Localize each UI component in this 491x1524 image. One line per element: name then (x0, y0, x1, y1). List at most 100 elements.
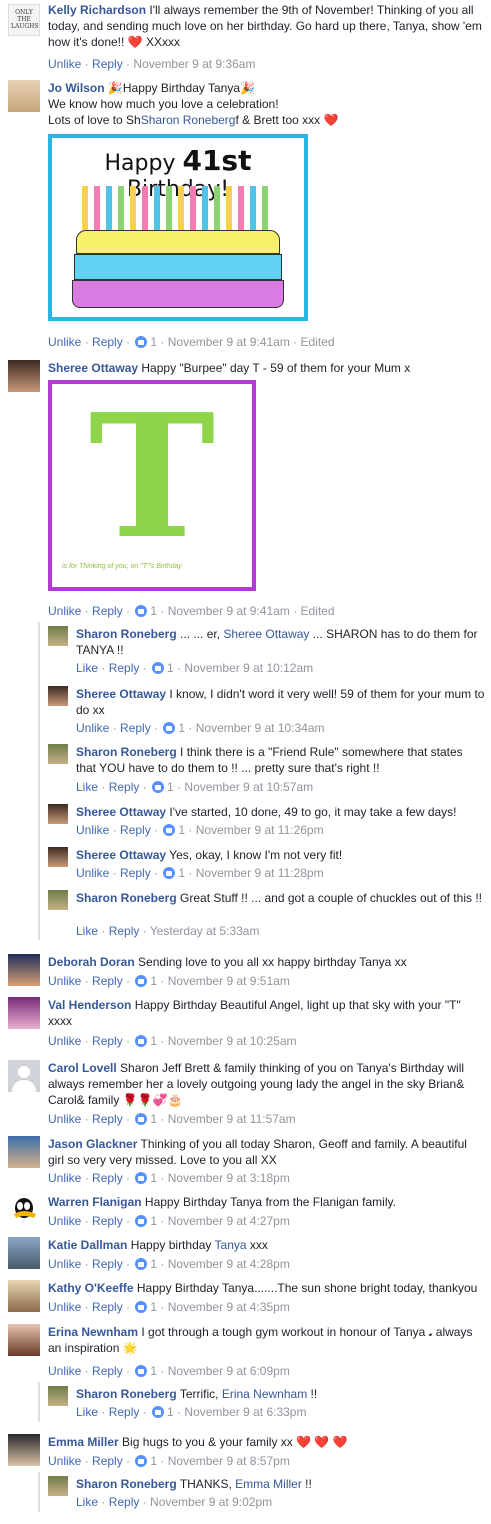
comment-author[interactable]: Warren Flanigan (48, 1195, 142, 1209)
avatar[interactable] (48, 847, 68, 867)
reply-timestamp[interactable]: November 9 at 9:02pm (150, 1495, 272, 1509)
comment-author[interactable]: Jo Wilson (48, 81, 105, 95)
edited-label[interactable]: Edited (300, 604, 334, 618)
unlike-button[interactable]: Unlike (48, 335, 81, 349)
reply-button[interactable]: Reply (109, 661, 140, 675)
reaction-count[interactable]: 1 (167, 661, 174, 675)
reply-timestamp[interactable]: November 9 at 6:33pm (184, 1405, 306, 1419)
comment-timestamp[interactable]: November 9 at 9:41am (168, 604, 290, 618)
reply-button[interactable]: Reply (92, 1454, 123, 1468)
comment-author[interactable]: Deborah Doran (48, 955, 135, 969)
comment-timestamp[interactable]: November 9 at 11:57am (168, 1112, 296, 1126)
unlike-button[interactable]: Unlike (48, 57, 81, 71)
reaction-count[interactable]: 1 (167, 1405, 174, 1419)
comment-author[interactable]: Emma Miller (48, 1435, 119, 1449)
like-reaction-icon[interactable] (135, 1172, 148, 1184)
like-button[interactable]: Like (76, 780, 98, 794)
reaction-count[interactable]: 1 (150, 1214, 157, 1228)
reply-author[interactable]: Sharon Roneberg (76, 891, 177, 905)
comment-timestamp[interactable]: November 9 at 4:27pm (168, 1214, 290, 1228)
reply-author[interactable]: Sharon Roneberg (76, 745, 177, 759)
like-button[interactable]: Like (76, 924, 98, 938)
comment-timestamp[interactable]: November 9 at 8:57pm (168, 1454, 290, 1468)
like-reaction-icon[interactable] (135, 1215, 148, 1227)
comment-author[interactable]: Erina Newnham (48, 1325, 138, 1339)
comment-timestamp[interactable]: November 9 at 9:36am (133, 57, 255, 71)
reply-button[interactable]: Reply (92, 335, 123, 349)
avatar[interactable] (8, 1280, 40, 1312)
unlike-button[interactable]: Unlike (76, 721, 109, 735)
avatar[interactable] (48, 626, 68, 646)
avatar[interactable] (8, 997, 40, 1029)
avatar[interactable] (48, 890, 68, 910)
reaction-count[interactable]: 1 (178, 866, 185, 880)
comment-author[interactable]: Val Henderson (48, 998, 131, 1012)
reaction-count[interactable]: 1 (167, 780, 174, 794)
reply-button[interactable]: Reply (92, 1257, 123, 1271)
comment-timestamp[interactable]: November 9 at 3:18pm (168, 1171, 290, 1185)
reaction-count[interactable]: 1 (150, 335, 157, 349)
reaction-count[interactable]: 1 (178, 823, 185, 837)
unlike-button[interactable]: Unlike (48, 1034, 81, 1048)
reaction-count[interactable]: 1 (150, 604, 157, 618)
like-reaction-icon[interactable] (152, 781, 165, 793)
reply-button[interactable]: Reply (92, 604, 123, 618)
like-reaction-icon[interactable] (135, 1365, 148, 1377)
avatar[interactable] (8, 1060, 40, 1092)
comment-author[interactable]: Katie Dallman (48, 1238, 127, 1252)
reply-author[interactable]: Sheree Ottaway (76, 687, 166, 701)
reply-button[interactable]: Reply (109, 780, 140, 794)
like-reaction-icon[interactable] (135, 1113, 148, 1125)
like-reaction-icon[interactable] (135, 605, 148, 617)
reply-button[interactable]: Reply (92, 1214, 123, 1228)
like-reaction-icon[interactable] (152, 662, 165, 674)
reply-button[interactable]: Reply (92, 1364, 123, 1378)
reply-button[interactable]: Reply (92, 1034, 123, 1048)
reply-timestamp[interactable]: November 9 at 10:12am (184, 661, 313, 675)
like-reaction-icon[interactable] (135, 1301, 148, 1313)
avatar[interactable] (8, 1324, 40, 1356)
avatar[interactable] (8, 80, 40, 112)
reply-button[interactable]: Reply (120, 866, 151, 880)
like-reaction-icon[interactable] (163, 722, 176, 734)
avatar[interactable] (48, 744, 68, 764)
avatar[interactable] (8, 1136, 40, 1168)
unlike-button[interactable]: Unlike (48, 1454, 81, 1468)
reply-button[interactable]: Reply (120, 823, 151, 837)
reaction-count[interactable]: 1 (150, 1112, 157, 1126)
avatar[interactable] (8, 1237, 40, 1269)
avatar[interactable] (8, 360, 40, 392)
reply-button[interactable]: Reply (92, 57, 123, 71)
mention-link[interactable]: Tanya (215, 1238, 247, 1252)
reply-timestamp[interactable]: November 9 at 10:34am (196, 721, 325, 735)
mention-link[interactable]: Erina Newnham (222, 1387, 307, 1401)
mention-link[interactable]: Sheree Ottaway (223, 627, 309, 641)
reaction-count[interactable]: 1 (150, 974, 157, 988)
comment-timestamp[interactable]: November 9 at 4:28pm (168, 1257, 290, 1271)
reaction-count[interactable]: 1 (150, 1300, 157, 1314)
unlike-button[interactable]: Unlike (48, 1364, 81, 1378)
reaction-count[interactable]: 1 (150, 1454, 157, 1468)
comment-author[interactable]: Jason Glackner (48, 1137, 137, 1151)
reply-author[interactable]: Sharon Roneberg (76, 627, 177, 641)
like-reaction-icon[interactable] (152, 1406, 165, 1418)
reply-button[interactable]: Reply (92, 1112, 123, 1126)
reply-button[interactable]: Reply (92, 1171, 123, 1185)
like-reaction-icon[interactable] (163, 867, 176, 879)
unlike-button[interactable]: Unlike (48, 604, 81, 618)
reply-button[interactable]: Reply (92, 974, 123, 988)
t-card-image[interactable]: T is for Thinking of you, on "T"'s Birth… (48, 380, 256, 591)
avatar[interactable] (8, 1194, 40, 1226)
reply-button[interactable]: Reply (109, 1405, 140, 1419)
reply-author[interactable]: Sharon Roneberg (76, 1387, 177, 1401)
reaction-count[interactable]: 1 (150, 1034, 157, 1048)
reply-timestamp[interactable]: November 9 at 10:57am (184, 780, 313, 794)
comment-author[interactable]: Carol Lovell (48, 1061, 117, 1075)
reaction-count[interactable]: 1 (150, 1257, 157, 1271)
reply-button[interactable]: Reply (92, 1300, 123, 1314)
like-button[interactable]: Like (76, 1405, 98, 1419)
avatar[interactable] (8, 954, 40, 986)
avatar[interactable] (48, 804, 68, 824)
birthday-card-image[interactable]: Happy 41st Birthday! (48, 134, 308, 321)
reply-author[interactable]: Sharon Roneberg (76, 1477, 177, 1491)
